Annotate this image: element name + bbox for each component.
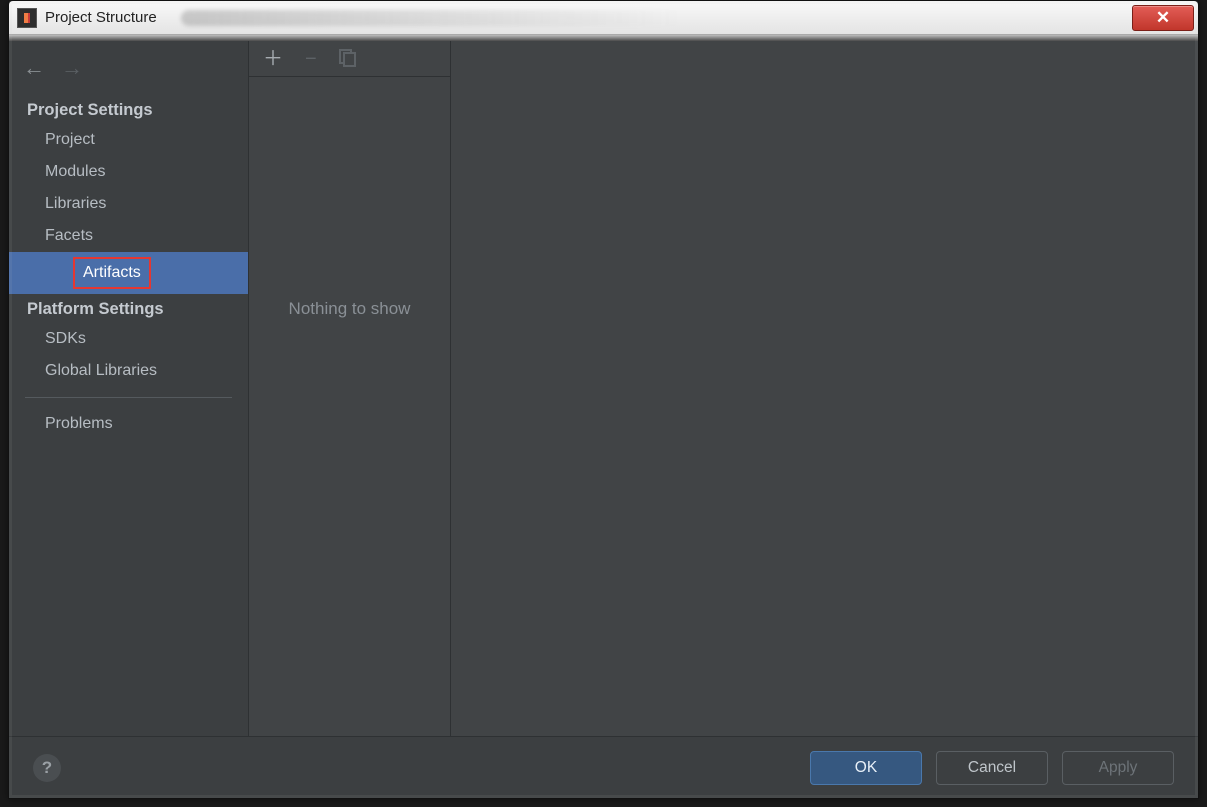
sidebar-item-facets[interactable]: Facets bbox=[9, 220, 248, 252]
empty-list-text: Nothing to show bbox=[289, 299, 411, 319]
help-icon: ? bbox=[42, 758, 52, 778]
section-project-settings: Project Settings bbox=[9, 95, 248, 124]
sidebar-separator bbox=[25, 397, 232, 398]
back-arrow-icon[interactable]: ← bbox=[23, 57, 45, 79]
close-button[interactable]: ✕ bbox=[1132, 5, 1194, 31]
project-structure-dialog: Project Structure ✕ ← → Project Settings… bbox=[8, 0, 1199, 799]
remove-icon[interactable]: − bbox=[305, 49, 317, 69]
help-button[interactable]: ? bbox=[33, 754, 61, 782]
artifact-list-body: Nothing to show bbox=[249, 77, 450, 736]
close-icon: ✕ bbox=[1156, 8, 1170, 28]
artifact-toolbar: ＋ − bbox=[249, 41, 450, 77]
sidebar-item-artifacts[interactable]: Artifacts bbox=[9, 252, 248, 294]
dialog-footer: ? OK Cancel Apply bbox=[9, 736, 1198, 798]
sidebar-item-libraries[interactable]: Libraries bbox=[9, 188, 248, 220]
sidebar: ← → Project Settings Project Modules Lib… bbox=[9, 41, 249, 736]
ok-button[interactable]: OK bbox=[810, 751, 922, 785]
sidebar-item-sdks[interactable]: SDKs bbox=[9, 323, 248, 355]
sidebar-item-global-libraries[interactable]: Global Libraries bbox=[9, 355, 248, 387]
dialog-body: ← → Project Settings Project Modules Lib… bbox=[9, 41, 1198, 736]
window-title: Project Structure bbox=[45, 9, 157, 26]
sidebar-item-modules[interactable]: Modules bbox=[9, 156, 248, 188]
app-icon bbox=[17, 8, 37, 28]
copy-icon[interactable] bbox=[339, 49, 355, 69]
titlebar: Project Structure ✕ bbox=[9, 1, 1198, 35]
artifact-list-column: ＋ − Nothing to show bbox=[249, 41, 451, 736]
section-platform-settings: Platform Settings bbox=[9, 294, 248, 323]
add-icon[interactable]: ＋ bbox=[263, 49, 283, 69]
nav-arrows: ← → bbox=[9, 49, 248, 95]
sidebar-item-project[interactable]: Project bbox=[9, 124, 248, 156]
apply-button[interactable]: Apply bbox=[1062, 751, 1174, 785]
detail-pane bbox=[451, 41, 1198, 736]
background-blur bbox=[181, 10, 681, 26]
sidebar-item-problems[interactable]: Problems bbox=[9, 408, 248, 440]
cancel-button[interactable]: Cancel bbox=[936, 751, 1048, 785]
forward-arrow-icon[interactable]: → bbox=[61, 57, 83, 79]
artifacts-highlight: Artifacts bbox=[73, 257, 151, 289]
